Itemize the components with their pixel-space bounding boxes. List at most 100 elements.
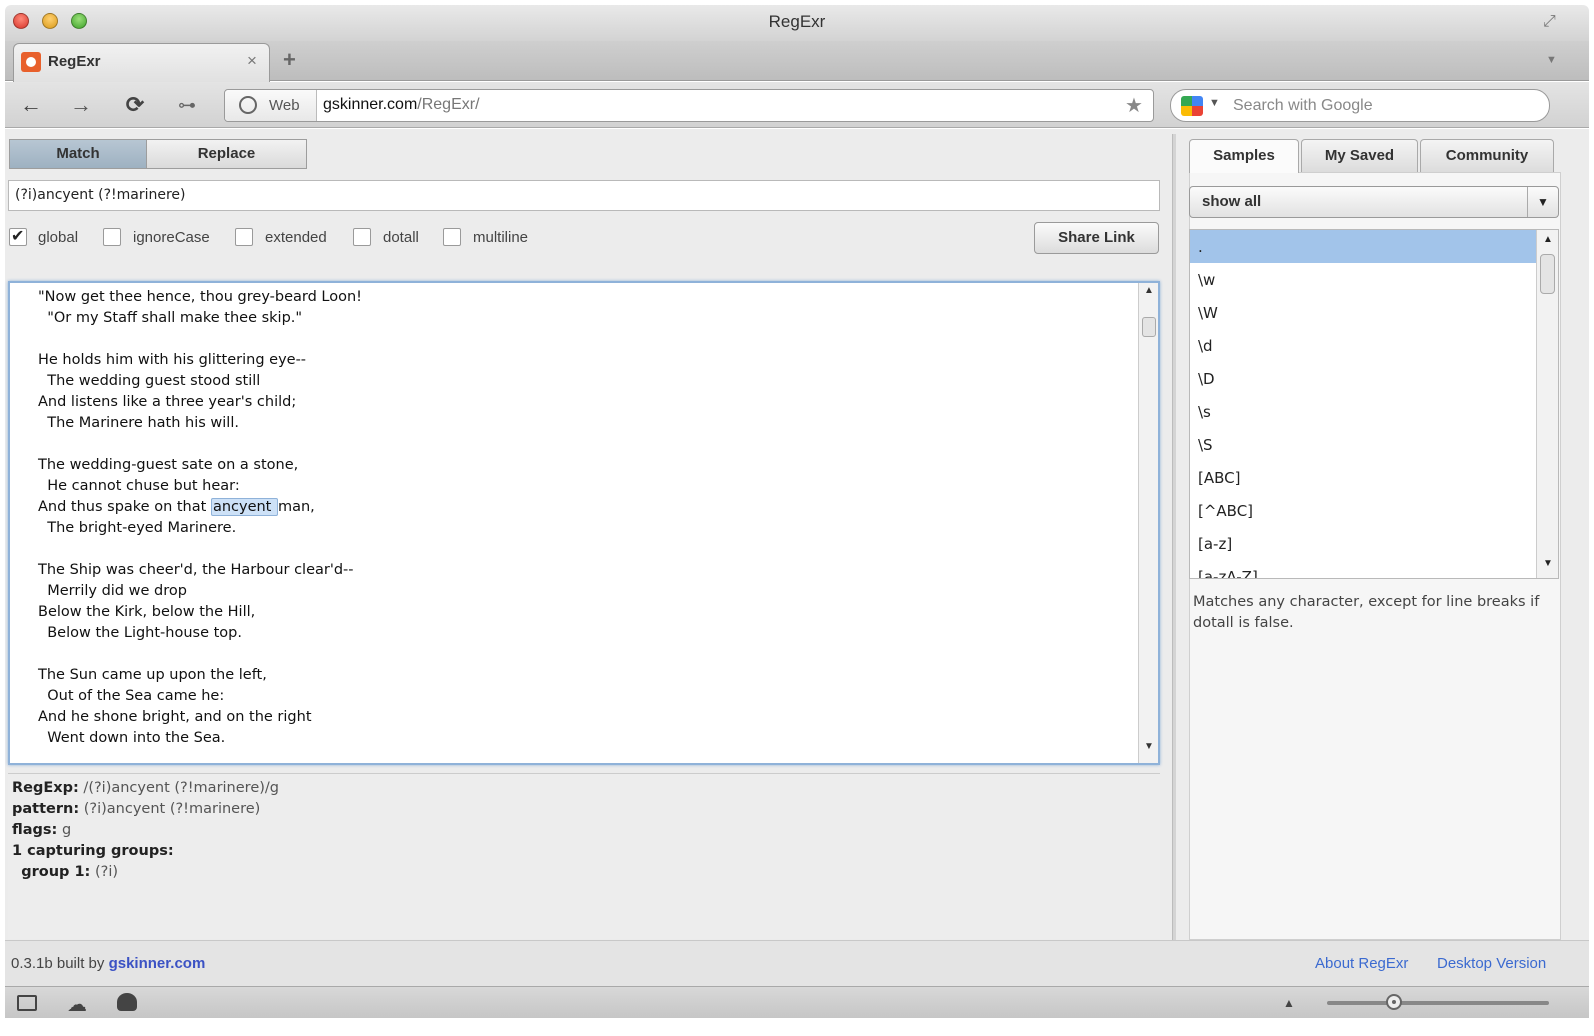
tab-close-icon[interactable]: × bbox=[247, 51, 257, 71]
sample-item[interactable]: [a-z] bbox=[1190, 527, 1536, 560]
detail-label: group 1: bbox=[21, 864, 91, 880]
window-titlebar: RegExr bbox=[5, 5, 1589, 41]
detail-label: RegExp: bbox=[12, 780, 79, 796]
sample-item[interactable]: [ABC] bbox=[1190, 461, 1536, 494]
match-highlight[interactable]: ancyent bbox=[210, 498, 278, 516]
sample-item[interactable]: \s bbox=[1190, 395, 1536, 428]
text-line: The Sun came up upon the left, bbox=[38, 667, 267, 683]
sample-item[interactable]: \S bbox=[1190, 428, 1536, 461]
text-line: The bright-eyed Marinere. bbox=[38, 520, 237, 536]
scroll-thumb[interactable] bbox=[1540, 254, 1555, 294]
source-text[interactable]: "Now get thee hence, thou grey-beard Loo… bbox=[38, 287, 1128, 749]
search-bar[interactable]: ▼ Search with Google bbox=[1170, 89, 1550, 122]
sample-description: Matches any character, except for line b… bbox=[1193, 594, 1540, 631]
text-line: And thus spake on that ancyent man, bbox=[38, 497, 1128, 518]
ignorecase-checkbox[interactable] bbox=[103, 228, 121, 246]
browser-tab[interactable]: RegExr × bbox=[13, 43, 270, 82]
zoom-window-button[interactable] bbox=[71, 13, 87, 29]
new-tab-icon[interactable]: + bbox=[283, 47, 296, 73]
chevron-down-icon[interactable]: ▼ bbox=[1527, 187, 1558, 217]
desktop-version-link[interactable]: Desktop Version bbox=[1437, 955, 1546, 972]
version-label: 0.3.1b built by bbox=[11, 955, 109, 972]
detail-value: /(?i)ancyent (?!marinere)/g bbox=[78, 780, 279, 796]
dotall-label[interactable]: dotall bbox=[383, 229, 419, 246]
web-label: Web bbox=[269, 97, 300, 114]
google-icon bbox=[1181, 96, 1203, 116]
text-scrollbar[interactable]: ▲ ▼ bbox=[1138, 283, 1158, 763]
ignorecase-label[interactable]: ignoreCase bbox=[133, 229, 210, 246]
text-line: Below the Light-house top. bbox=[38, 625, 242, 641]
sample-item[interactable]: [^ABC] bbox=[1190, 494, 1536, 527]
detail-value: g bbox=[57, 822, 72, 838]
tab-list-icon[interactable]: ▼ bbox=[1546, 54, 1557, 66]
text-line: Merrily did we drop bbox=[38, 583, 187, 599]
cloud-icon[interactable]: ☁ bbox=[67, 992, 87, 1017]
share-link-button[interactable]: Share Link bbox=[1034, 222, 1159, 254]
text-after-match: man, bbox=[277, 499, 315, 515]
speed-gauge-icon[interactable] bbox=[117, 993, 137, 1011]
forward-button[interactable]: → bbox=[66, 92, 96, 118]
text-line: "Now get thee hence, thou grey-beard Loo… bbox=[38, 289, 362, 305]
site-identity-button[interactable]: Web bbox=[225, 90, 317, 121]
scroll-up-icon[interactable]: ▲ bbox=[1537, 234, 1558, 250]
search-input[interactable]: Search with Google bbox=[1233, 97, 1373, 115]
tab-my-saved[interactable]: My Saved bbox=[1301, 139, 1418, 172]
extended-label[interactable]: extended bbox=[265, 229, 327, 246]
samples-scrollbar[interactable]: ▲ ▼ bbox=[1536, 230, 1558, 578]
search-engine-dropdown-icon[interactable]: ▼ bbox=[1209, 97, 1220, 109]
sample-item[interactable]: [a-zA-Z] bbox=[1190, 560, 1536, 578]
sample-item[interactable]: \D bbox=[1190, 362, 1536, 395]
tab-match[interactable]: Match bbox=[10, 140, 147, 168]
scroll-up-icon[interactable]: ▲ bbox=[1139, 285, 1159, 303]
dotall-checkbox[interactable] bbox=[353, 228, 371, 246]
text-line: Went down into the Sea. bbox=[38, 730, 226, 746]
key-icon[interactable]: ⊶ bbox=[172, 92, 202, 118]
address-bar[interactable]: Web gskinner.com/RegExr/ ★ bbox=[224, 89, 1154, 122]
detail-groups: 1 capturing groups: bbox=[12, 841, 279, 862]
minimize-window-button[interactable] bbox=[42, 13, 58, 29]
multiline-label[interactable]: multiline bbox=[473, 229, 528, 246]
global-label[interactable]: global bbox=[38, 229, 78, 246]
samples-list[interactable]: . \w \W \d \D \s \S [ABC] [^ABC] [a-z] [a-zA-Z] ▲ … bbox=[1189, 229, 1559, 579]
extended-checkbox[interactable] bbox=[235, 228, 253, 246]
filter-value: show all bbox=[1202, 193, 1262, 210]
global-checkbox[interactable] bbox=[9, 226, 27, 246]
zoom-slider-knob[interactable] bbox=[1385, 994, 1402, 1010]
panel-divider[interactable] bbox=[1172, 134, 1176, 940]
chevron-up-icon[interactable]: ▲ bbox=[1283, 996, 1295, 1010]
text-before-match: And thus spake on that bbox=[38, 499, 211, 515]
gskinner-link[interactable]: gskinner.com bbox=[109, 955, 206, 972]
text-line bbox=[38, 329, 1128, 350]
detail-label: flags: bbox=[12, 822, 58, 838]
text-line: He cannot chuse but hear: bbox=[38, 478, 240, 494]
source-text-area[interactable]: "Now get thee hence, thou grey-beard Loo… bbox=[8, 281, 1160, 765]
reload-button[interactable]: ⟳ bbox=[120, 92, 150, 118]
browser-tab-title: RegExr bbox=[48, 53, 101, 70]
close-window-button[interactable] bbox=[13, 13, 29, 29]
fullscreen-icon[interactable]: ⤢ bbox=[1543, 13, 1561, 31]
multiline-checkbox[interactable] bbox=[443, 228, 461, 246]
tab-samples[interactable]: Samples bbox=[1189, 139, 1299, 173]
text-line bbox=[38, 434, 1128, 455]
bookmark-star-icon[interactable]: ★ bbox=[1125, 93, 1143, 118]
sample-item[interactable]: \W bbox=[1190, 296, 1536, 329]
regex-input[interactable]: (?i)ancyent (?!marinere) bbox=[8, 180, 1160, 211]
sample-item[interactable]: \w bbox=[1190, 263, 1536, 296]
scroll-down-icon[interactable]: ▼ bbox=[1139, 741, 1159, 759]
sample-item[interactable]: . bbox=[1190, 230, 1536, 263]
url-text[interactable]: gskinner.com/RegExr/ bbox=[323, 96, 480, 114]
text-line: The Ship was cheer'd, the Harbour clear'… bbox=[38, 562, 354, 578]
tab-community[interactable]: Community bbox=[1420, 139, 1554, 172]
scroll-thumb[interactable] bbox=[1142, 317, 1156, 337]
mode-tabs: Match Replace bbox=[9, 139, 307, 169]
scroll-down-icon[interactable]: ▼ bbox=[1537, 558, 1558, 574]
tab-replace[interactable]: Replace bbox=[147, 140, 306, 168]
zoom-slider[interactable] bbox=[1327, 994, 1549, 1010]
back-button[interactable]: ← bbox=[16, 92, 46, 118]
console-icon[interactable] bbox=[17, 995, 37, 1011]
detail-pattern: pattern: (?i)ancyent (?!marinere) bbox=[12, 799, 279, 820]
about-regexr-link[interactable]: About RegExr bbox=[1315, 955, 1408, 972]
detail-label: 1 capturing groups: bbox=[12, 843, 174, 859]
sample-item[interactable]: \d bbox=[1190, 329, 1536, 362]
samples-filter-select[interactable]: show all ▼ bbox=[1189, 186, 1559, 218]
